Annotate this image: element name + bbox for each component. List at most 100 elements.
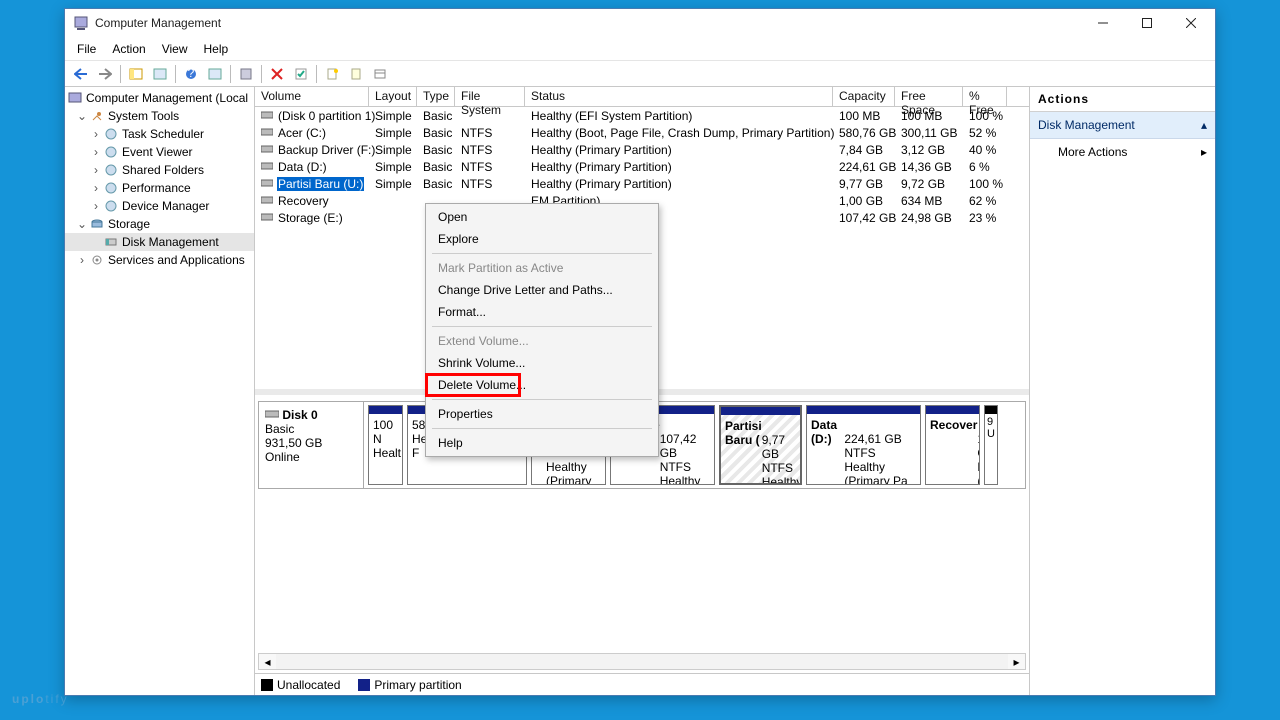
menu-item-properties[interactable]: Properties bbox=[428, 403, 656, 425]
minimize-button[interactable] bbox=[1081, 9, 1125, 37]
volume-icon bbox=[261, 178, 273, 189]
chevron-right-icon[interactable]: › bbox=[89, 145, 103, 159]
menu-item-explore[interactable]: Explore bbox=[428, 228, 656, 250]
toolbar: ? bbox=[65, 61, 1215, 87]
show-hide-tree-button[interactable] bbox=[125, 63, 147, 85]
menu-view[interactable]: View bbox=[154, 40, 196, 58]
tree-child-icon bbox=[103, 127, 118, 142]
tool-button[interactable] bbox=[345, 63, 367, 85]
chevron-up-icon: ▴ bbox=[1201, 118, 1207, 132]
check-button[interactable] bbox=[290, 63, 312, 85]
chevron-right-icon[interactable]: › bbox=[89, 181, 103, 195]
disk-mgmt-icon bbox=[103, 235, 118, 250]
menu-item-change-drive-letter-and-paths[interactable]: Change Drive Letter and Paths... bbox=[428, 279, 656, 301]
titlebar: Computer Management bbox=[65, 9, 1215, 37]
scrollbar[interactable]: ◂ ▸ bbox=[258, 653, 1026, 670]
actions-pane: Actions Disk Management ▴ More Actions ▸ bbox=[1029, 87, 1215, 695]
volume-icon bbox=[261, 195, 273, 206]
tree-services[interactable]: › Services and Applications bbox=[65, 251, 254, 269]
new-button[interactable] bbox=[321, 63, 343, 85]
scroll-left-icon[interactable]: ◂ bbox=[259, 654, 276, 669]
tree-root[interactable]: Computer Management (Local bbox=[65, 89, 254, 107]
menu-item-shrink-volume[interactable]: Shrink Volume... bbox=[428, 352, 656, 374]
delete-icon[interactable] bbox=[266, 63, 288, 85]
refresh-button[interactable] bbox=[204, 63, 226, 85]
partition-box[interactable]: Recover1,00 GB NHealthy ( bbox=[925, 405, 980, 485]
close-button[interactable] bbox=[1169, 9, 1213, 37]
chevron-right-icon[interactable]: › bbox=[89, 163, 103, 177]
table-row[interactable]: Backup Driver (F:)SimpleBasicNTFSHealthy… bbox=[255, 141, 1029, 158]
chevron-right-icon: ▸ bbox=[1201, 145, 1207, 159]
partition-box[interactable]: 100 NHealt bbox=[368, 405, 403, 485]
menu-item-delete-volume[interactable]: Delete Volume... bbox=[428, 374, 656, 396]
menu-item-extend-volume: Extend Volume... bbox=[428, 330, 656, 352]
menu-item-format[interactable]: Format... bbox=[428, 301, 656, 323]
window-title: Computer Management bbox=[95, 16, 1081, 30]
list-button[interactable] bbox=[369, 63, 391, 85]
menu-file[interactable]: File bbox=[69, 40, 104, 58]
chevron-down-icon[interactable]: ⌄ bbox=[75, 217, 89, 231]
header-free[interactable]: Free Space bbox=[895, 87, 963, 106]
menu-action[interactable]: Action bbox=[104, 40, 153, 58]
partition-box[interactable]: Partisi Baru (9,77 GB NTFSHealthy (Prim bbox=[719, 405, 802, 485]
maximize-button[interactable] bbox=[1125, 9, 1169, 37]
primary-swatch bbox=[358, 679, 370, 691]
menu-help[interactable]: Help bbox=[196, 40, 237, 58]
tree-system-tools[interactable]: ⌄ System Tools bbox=[65, 107, 254, 125]
services-icon bbox=[89, 253, 104, 268]
table-row[interactable]: Acer (C:)SimpleBasicNTFSHealthy (Boot, P… bbox=[255, 124, 1029, 141]
svg-text:?: ? bbox=[188, 68, 195, 80]
tree-item-performance[interactable]: ›Performance bbox=[65, 179, 254, 197]
header-capacity[interactable]: Capacity bbox=[833, 87, 895, 106]
legend: Unallocated Primary partition bbox=[255, 673, 1029, 695]
menu-item-mark-partition-as-active: Mark Partition as Active bbox=[428, 257, 656, 279]
table-headers: Volume Layout Type File System Status Ca… bbox=[255, 87, 1029, 107]
header-volume[interactable]: Volume bbox=[255, 87, 369, 106]
menu-item-open[interactable]: Open bbox=[428, 206, 656, 228]
chevron-right-icon[interactable]: › bbox=[75, 253, 89, 267]
disk-header[interactable]: Disk 0 Basic 931,50 GB Online bbox=[259, 402, 364, 488]
actions-header: Actions bbox=[1030, 87, 1215, 112]
storage-icon bbox=[89, 217, 104, 232]
tree-child-icon bbox=[103, 145, 118, 160]
menu-item-help[interactable]: Help bbox=[428, 432, 656, 454]
volume-icon bbox=[261, 161, 273, 172]
tree-disk-management[interactable]: Disk Management bbox=[65, 233, 254, 251]
partition-box[interactable]: Data (D:)224,61 GB NTFSHealthy (Primary … bbox=[806, 405, 921, 485]
table-row[interactable]: (Disk 0 partition 1)SimpleBasicHealthy (… bbox=[255, 107, 1029, 124]
disk-drive-icon bbox=[265, 408, 279, 422]
actions-more[interactable]: More Actions ▸ bbox=[1030, 139, 1215, 165]
header-status[interactable]: Status bbox=[525, 87, 833, 106]
back-button[interactable] bbox=[70, 63, 92, 85]
tree-item-task-scheduler[interactable]: ›Task Scheduler bbox=[65, 125, 254, 143]
tree-item-shared-folders[interactable]: ›Shared Folders bbox=[65, 161, 254, 179]
app-icon bbox=[73, 15, 89, 31]
volume-icon bbox=[261, 212, 273, 223]
tree-item-device-manager[interactable]: ›Device Manager bbox=[65, 197, 254, 215]
tree-child-icon bbox=[103, 163, 118, 178]
tree-storage[interactable]: ⌄ Storage bbox=[65, 215, 254, 233]
computer-management-window: Computer Management File Action View Hel… bbox=[64, 8, 1216, 696]
tree-item-event-viewer[interactable]: ›Event Viewer bbox=[65, 143, 254, 161]
header-type[interactable]: Type bbox=[417, 87, 455, 106]
partition-box[interactable]: 9U bbox=[984, 405, 998, 485]
tools-icon bbox=[89, 109, 104, 124]
header-layout[interactable]: Layout bbox=[369, 87, 417, 106]
header-fs[interactable]: File System bbox=[455, 87, 525, 106]
table-row[interactable]: Data (D:)SimpleBasicNTFSHealthy (Primary… bbox=[255, 158, 1029, 175]
chevron-right-icon[interactable]: › bbox=[89, 127, 103, 141]
scroll-right-icon[interactable]: ▸ bbox=[1008, 654, 1025, 669]
context-menu: OpenExplore Mark Partition as ActiveChang… bbox=[425, 203, 659, 457]
tree-child-icon bbox=[103, 181, 118, 196]
forward-button[interactable] bbox=[94, 63, 116, 85]
properties-button[interactable] bbox=[149, 63, 171, 85]
help-button[interactable]: ? bbox=[180, 63, 202, 85]
volume-icon bbox=[261, 127, 273, 138]
settings-button[interactable] bbox=[235, 63, 257, 85]
actions-category[interactable]: Disk Management ▴ bbox=[1030, 112, 1215, 139]
tree-pane: Computer Management (Local ⌄ System Tool… bbox=[65, 87, 255, 695]
chevron-down-icon[interactable]: ⌄ bbox=[75, 109, 89, 123]
header-pfree[interactable]: % Free bbox=[963, 87, 1007, 106]
chevron-right-icon[interactable]: › bbox=[89, 199, 103, 213]
table-row[interactable]: Partisi Baru (U:)SimpleBasicNTFSHealthy … bbox=[255, 175, 1029, 192]
